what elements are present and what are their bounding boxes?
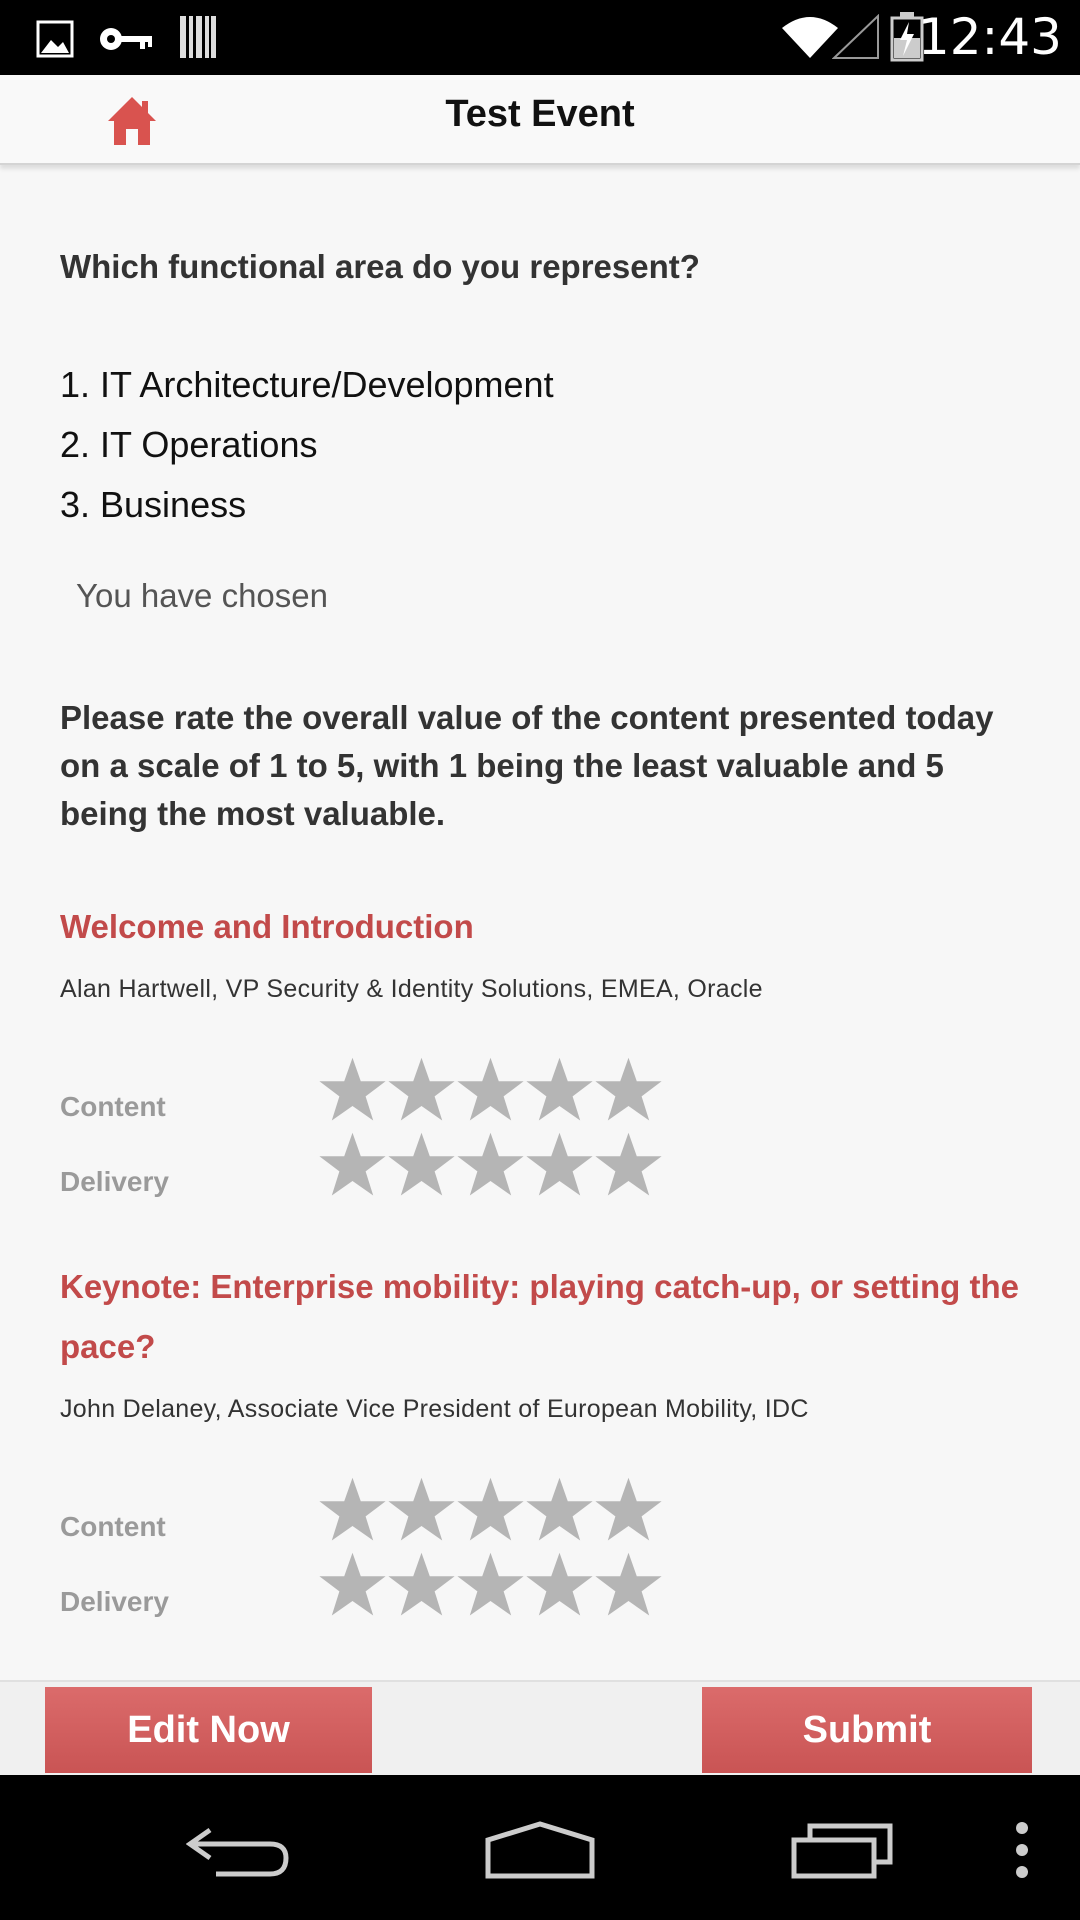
option-item[interactable]: 3. Business [60, 475, 554, 535]
session-speaker: Alan Hartwell, VP Security & Identity So… [60, 975, 763, 1003]
content-rating-stars[interactable] [318, 1055, 663, 1124]
image-icon [36, 20, 74, 58]
star-icon[interactable] [525, 1055, 594, 1124]
action-bar: Edit Now Submit [0, 1680, 1080, 1775]
option-item[interactable]: 1. IT Architecture/Development [60, 355, 554, 415]
delivery-rating-stars[interactable] [318, 1550, 663, 1619]
back-icon[interactable] [186, 1820, 290, 1880]
star-icon[interactable] [525, 1475, 594, 1544]
star-icon[interactable] [594, 1130, 663, 1199]
star-icon[interactable] [456, 1550, 525, 1619]
star-icon[interactable] [456, 1055, 525, 1124]
clock-time: 12:43 [917, 8, 1062, 66]
session-title: Welcome and Introduction [60, 908, 474, 945]
option-item[interactable]: 2. IT Operations [60, 415, 554, 475]
star-icon[interactable] [318, 1055, 387, 1124]
question-rating: Please rate the overall value of the con… [60, 699, 994, 832]
submit-button[interactable]: Submit [702, 1687, 1032, 1773]
home-nav-icon[interactable] [484, 1820, 596, 1880]
star-icon[interactable] [594, 1550, 663, 1619]
delivery-rating-stars[interactable] [318, 1130, 663, 1199]
session-speaker: John Delaney, Associate Vice President o… [60, 1395, 809, 1423]
navigation-bar [0, 1775, 1080, 1920]
content-label: Content [60, 1511, 166, 1542]
question-functional-area: Which functional area do you represent? [60, 248, 700, 285]
signal-icon [832, 14, 879, 59]
star-icon[interactable] [456, 1475, 525, 1544]
recent-apps-icon[interactable] [790, 1820, 894, 1880]
star-icon[interactable] [318, 1550, 387, 1619]
barcode-icon [180, 16, 216, 58]
edit-now-button[interactable]: Edit Now [45, 1687, 372, 1773]
star-icon[interactable] [594, 1475, 663, 1544]
status-bar: 12:43 [0, 0, 1080, 75]
star-icon[interactable] [318, 1130, 387, 1199]
option-list: 1. IT Architecture/Development 2. IT Ope… [60, 355, 554, 535]
chosen-text: You have chosen [76, 577, 328, 614]
app-bar: Test Event [0, 75, 1080, 165]
delivery-label: Delivery [60, 1586, 169, 1617]
content-label: Content [60, 1091, 166, 1122]
star-icon[interactable] [387, 1130, 456, 1199]
survey-content[interactable]: Which functional area do you represent? … [0, 165, 1080, 1680]
star-icon[interactable] [387, 1550, 456, 1619]
star-icon[interactable] [387, 1475, 456, 1544]
star-icon[interactable] [525, 1550, 594, 1619]
key-icon [100, 28, 152, 50]
wifi-icon [782, 17, 838, 58]
page-title: Test Event [445, 93, 635, 135]
star-icon[interactable] [387, 1055, 456, 1124]
session-title: Keynote: Enterprise mobility: playing ca… [60, 1268, 1019, 1365]
star-icon[interactable] [456, 1130, 525, 1199]
star-icon[interactable] [318, 1475, 387, 1544]
menu-icon[interactable] [1012, 1820, 1032, 1880]
content-rating-stars[interactable] [318, 1475, 663, 1544]
star-icon[interactable] [525, 1130, 594, 1199]
delivery-label: Delivery [60, 1166, 169, 1197]
star-icon[interactable] [594, 1055, 663, 1124]
